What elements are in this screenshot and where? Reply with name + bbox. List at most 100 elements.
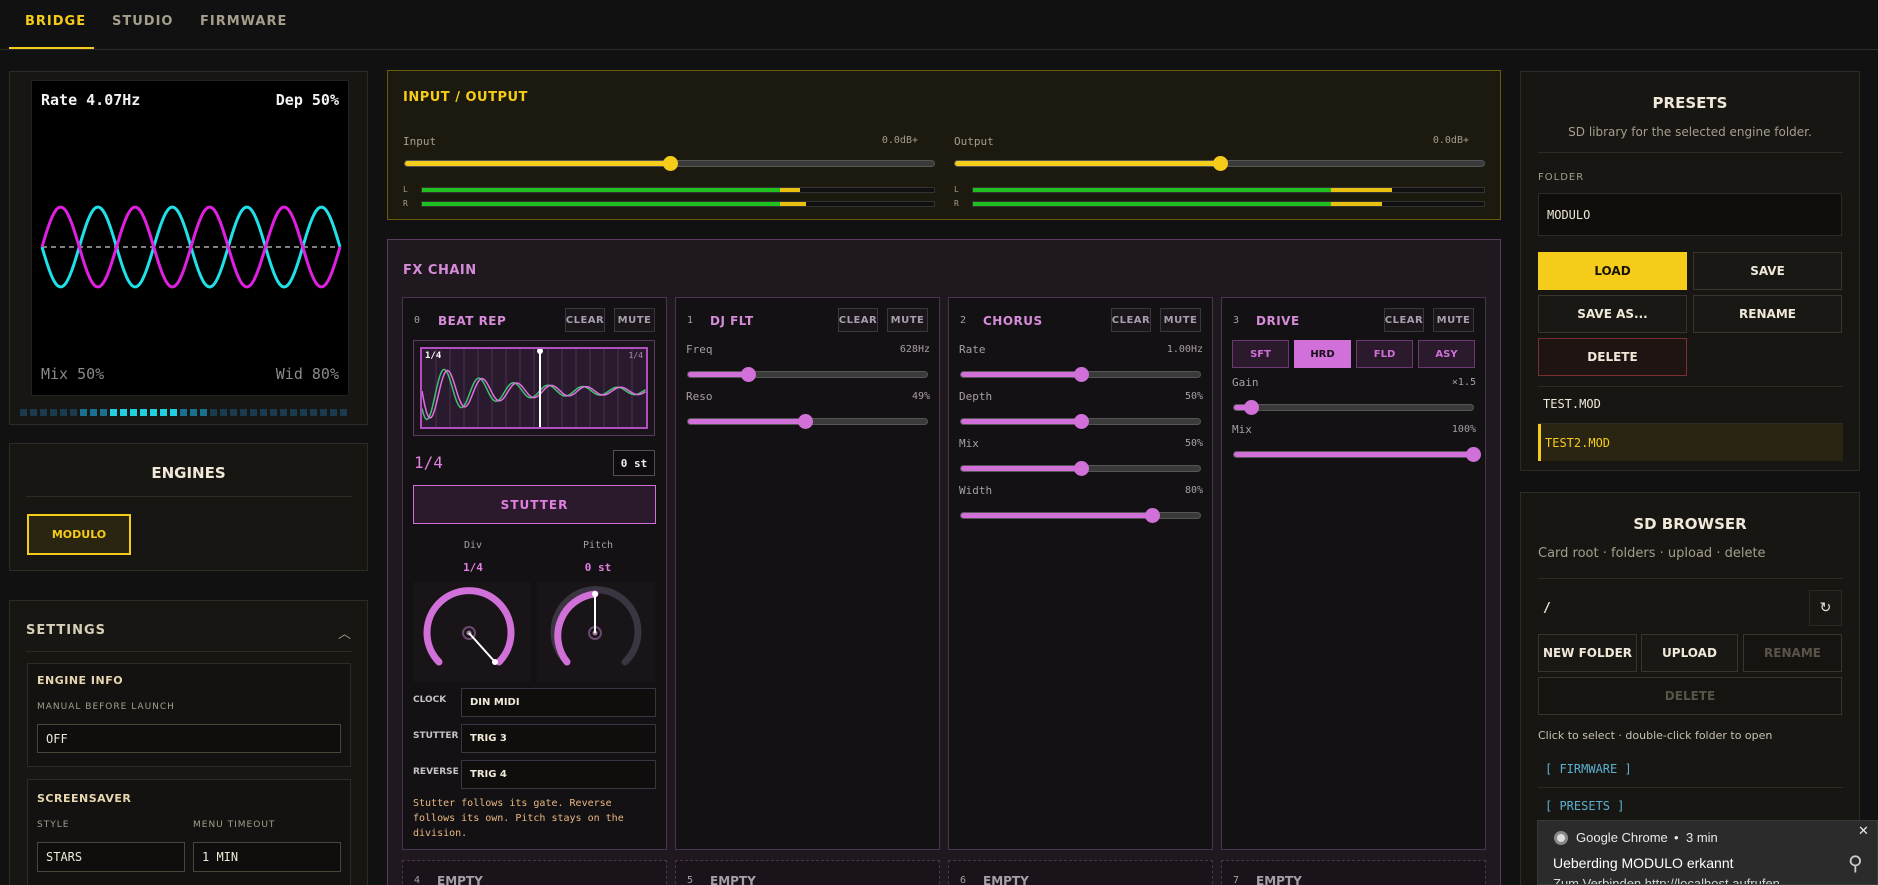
rate-label: Rate [959,343,986,356]
refresh-icon[interactable]: ↻ [1809,590,1842,626]
chevron-up-icon[interactable]: ︿ [338,623,351,642]
slider-knob[interactable] [1466,447,1481,462]
delete-button[interactable]: DELETE [1538,338,1687,376]
style-field[interactable]: STARS [37,842,185,872]
fx-slot-6[interactable]: 6 EMPTY [948,860,1213,885]
clear-button[interactable]: CLEAR [565,308,605,332]
close-icon[interactable]: ✕ [1858,824,1869,839]
lfo-step-dot [180,409,187,416]
sd-delete-button[interactable]: DELETE [1538,677,1842,715]
clear-button[interactable]: CLEAR [838,308,878,332]
mute-button[interactable]: MUTE [614,308,655,332]
slider-knob[interactable] [1073,414,1089,429]
fx-slot-4[interactable]: 4 EMPTY [402,860,667,885]
stutter-button[interactable]: STUTTER [413,485,656,524]
fx-slot-5[interactable]: 5 EMPTY [675,860,940,885]
input-slider[interactable] [404,156,935,171]
fx-slot-7[interactable]: 7 EMPTY [1221,860,1486,885]
lfo-step-dot [130,409,137,416]
freq-slider[interactable] [687,367,928,382]
input-r-label: R [403,199,408,208]
rename-button[interactable]: RENAME [1693,295,1842,333]
preset-item[interactable]: TEST.MOD [1543,397,1601,411]
tab-bridge[interactable]: BRIDGE [25,14,86,29]
mute-button[interactable]: MUTE [887,308,928,332]
reverse-trig-field[interactable]: TRIG 4 [461,760,656,789]
lfo-step-dot [140,409,147,416]
mix-label: Mix [959,437,979,450]
input-l-label: L [403,185,408,194]
new-folder-button[interactable]: NEW FOLDER [1538,634,1637,672]
semitone-field[interactable]: 0 st [613,450,655,476]
mode-hard-button[interactable]: HRD [1294,340,1351,368]
stutter-trig-field[interactable]: TRIG 3 [461,724,656,753]
mix-slider[interactable] [1233,447,1481,462]
toast-title: Ueberding MODULO erkannt [1553,855,1734,871]
slot-name: DJ FLT [710,314,754,328]
lfo-step-dot [100,409,107,416]
save-button[interactable]: SAVE [1693,252,1842,290]
lfo-step-dot [170,409,177,416]
sd-entry[interactable]: [ FIRMWARE ] [1545,762,1632,776]
slider-knob[interactable] [1073,461,1089,476]
output-slider-knob[interactable] [1212,156,1228,171]
width-slider[interactable] [960,508,1201,523]
output-meter-left [972,187,1485,193]
depth-slider[interactable] [960,414,1201,429]
input-slider-knob[interactable] [662,156,678,171]
toast-time: 3 min [1686,830,1718,845]
io-panel: INPUT / OUTPUT Input +0.0dB L R Output +… [387,70,1501,220]
slot-name: CHORUS [983,314,1043,328]
menu-timeout-field[interactable]: 1 MIN [193,842,341,872]
sd-entry[interactable]: [ PRESETS ] [1545,799,1624,813]
output-slider[interactable] [954,156,1485,171]
lfo-step-indicator [20,409,360,417]
lfo-step-dot [80,409,87,416]
reverse-trig-label: REVERSE [413,767,459,777]
slot-name: EMPTY [983,874,1029,885]
sd-title: SD BROWSER [1633,515,1747,533]
clear-button[interactable]: CLEAR [1384,308,1424,332]
tab-studio[interactable]: STUDIO [112,14,173,29]
engine-modulo-button[interactable]: MODULO [27,514,131,555]
tab-firmware[interactable]: FIRMWARE [200,14,287,29]
fx-slot-2: 2 CHORUS CLEAR MUTE Rate 1.00Hz Depth 50… [948,297,1213,850]
clear-button[interactable]: CLEAR [1111,308,1151,332]
notification-toast[interactable]: Google Chrome • 3 min ✕ Ueberding MODULO… [1537,820,1878,885]
folder-field[interactable]: MODULO [1538,193,1842,236]
reso-label: Reso [686,390,713,403]
load-button[interactable]: LOAD [1538,252,1687,290]
reso-slider[interactable] [687,414,928,429]
slider-knob[interactable] [1073,367,1089,382]
clock-field[interactable]: DIN MIDI [461,688,656,717]
upload-button[interactable]: UPLOAD [1641,634,1738,672]
lfo-step-dot [190,409,197,416]
slider-knob[interactable] [798,414,814,429]
toast-app: Google Chrome [1576,830,1668,845]
gain-value: ×1.5 [1451,377,1476,388]
gain-slider[interactable] [1233,400,1474,415]
pitch-knob-value: 0 st [584,561,612,574]
mute-button[interactable]: MUTE [1433,308,1474,332]
div-knob-label: Div [463,540,483,551]
mute-button[interactable]: MUTE [1160,308,1201,332]
mode-soft-button[interactable]: SFT [1232,340,1289,368]
sd-rename-button[interactable]: RENAME [1743,634,1842,672]
manual-before-launch-field[interactable]: OFF [37,724,341,753]
save-as-button[interactable]: SAVE AS... [1538,295,1687,333]
rate-value: 1.00Hz [1166,344,1203,355]
fx-slot-3: 3 DRIVE CLEAR MUTE SFT HRD FLD ASY Gain … [1221,297,1486,850]
input-value: +0.0dB [881,135,918,146]
mix-slider[interactable] [960,461,1201,476]
preset-item-selected[interactable]: TEST2.MOD [1538,424,1843,461]
slider-knob[interactable] [1145,508,1161,523]
slot-name: EMPTY [437,874,483,885]
slider-knob[interactable] [1243,400,1259,415]
divider [1538,152,1843,153]
mode-fold-button[interactable]: FLD [1356,340,1413,368]
mode-asym-button[interactable]: ASY [1418,340,1475,368]
slider-knob[interactable] [740,367,756,382]
rate-slider[interactable] [960,367,1201,382]
lfo-step-dot [270,409,277,416]
slot-number: 7 [1233,875,1240,885]
